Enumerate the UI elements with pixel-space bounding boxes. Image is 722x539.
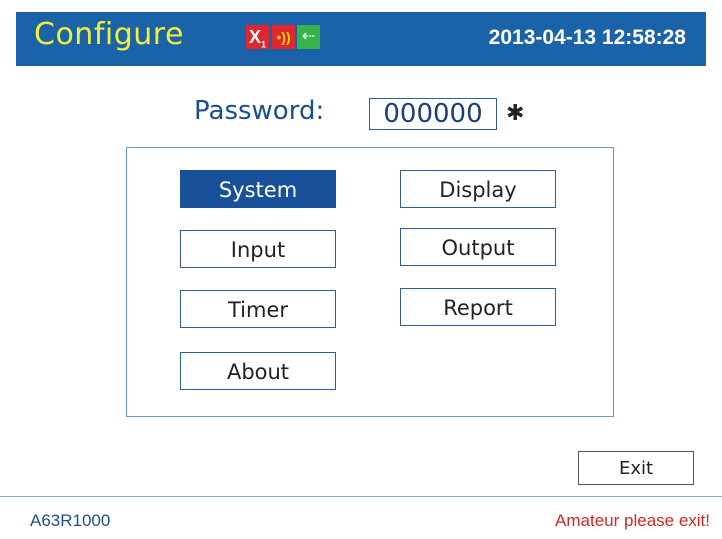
footer-divider xyxy=(0,496,722,497)
status-message: Amateur please exit! xyxy=(555,511,710,530)
model-label: A63R1000 xyxy=(30,511,111,530)
password-label: Password: xyxy=(194,96,325,126)
output-button[interactable]: Output xyxy=(400,228,556,266)
signal-icon: •)) xyxy=(272,25,295,49)
exit-button[interactable]: Exit xyxy=(578,451,694,485)
header-bar: Configure X1 •)) ⇠ 2013-04-13 12:58:28 xyxy=(16,12,706,66)
display-button[interactable]: Display xyxy=(400,170,556,208)
timer-button[interactable]: Timer xyxy=(180,290,336,328)
system-button[interactable]: System xyxy=(180,170,336,208)
page-title: Configure xyxy=(34,17,184,52)
input-button[interactable]: Input xyxy=(180,230,336,268)
password-field[interactable]: 000000 xyxy=(369,98,497,130)
menu-panel: System Display Input Output Timer Report… xyxy=(126,147,614,417)
usb-icon: ⇠ xyxy=(297,25,320,49)
required-marker-icon: ✱ xyxy=(506,100,525,125)
report-button[interactable]: Report xyxy=(400,288,556,326)
about-button[interactable]: About xyxy=(180,352,336,390)
alarm-icon: X1 xyxy=(246,25,269,50)
clock: 2013-04-13 12:58:28 xyxy=(488,26,686,49)
